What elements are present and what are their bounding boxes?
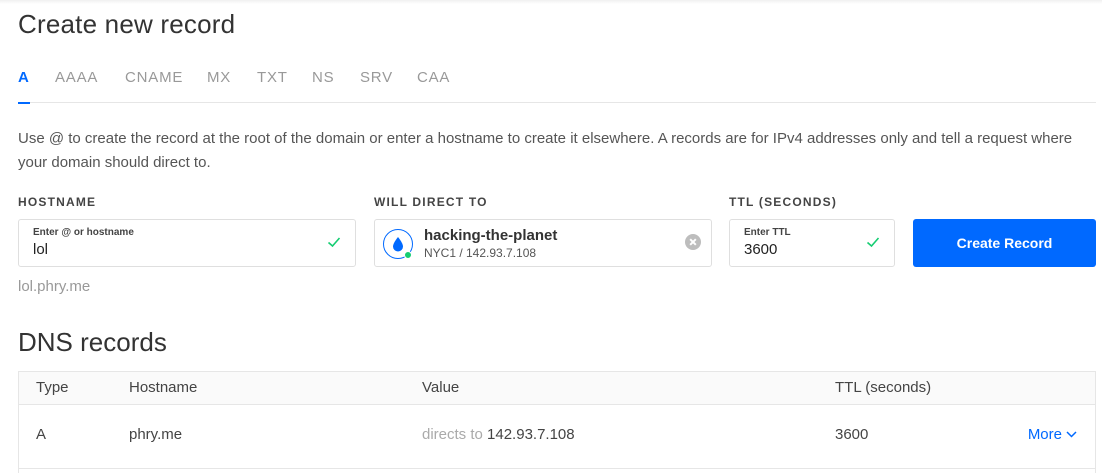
more-actions-button[interactable]: More bbox=[1028, 426, 1077, 443]
check-icon bbox=[327, 237, 341, 248]
tab-srv[interactable]: SRV bbox=[360, 66, 393, 103]
record-value-prefix: directs to bbox=[422, 426, 483, 443]
ttl-input-value[interactable]: 3600 bbox=[744, 241, 777, 258]
hostname-input-value[interactable]: lol bbox=[33, 241, 48, 258]
hostname-preview: lol.phry.me bbox=[18, 278, 91, 295]
record-hostname: phry.me bbox=[129, 426, 183, 443]
column-header-value[interactable]: Value bbox=[422, 379, 459, 396]
clear-selection-icon[interactable] bbox=[685, 234, 701, 250]
help-text: Use @ to create the record at the root o… bbox=[18, 130, 1073, 171]
record-type: A bbox=[36, 426, 47, 443]
tab-aaaa[interactable]: AAAA bbox=[55, 66, 98, 103]
hostname-input-label: Enter @ or hostname bbox=[33, 227, 134, 238]
table-row: A phry.me directs to 142.93.7.108 3600 M… bbox=[19, 405, 1095, 469]
check-icon bbox=[866, 237, 880, 248]
ttl-input[interactable]: Enter TTL 3600 bbox=[729, 219, 895, 267]
tab-a[interactable]: A bbox=[18, 66, 30, 104]
chevron-down-icon bbox=[1066, 431, 1077, 438]
top-divider bbox=[0, 0, 1102, 4]
dns-records-title: DNS records bbox=[18, 327, 167, 357]
hostname-input[interactable]: Enter @ or hostname lol bbox=[18, 219, 356, 267]
record-value: directs to 142.93.7.108 bbox=[422, 426, 575, 443]
dns-records-table: Type Hostname Value TTL (seconds) A phry… bbox=[18, 371, 1096, 473]
record-value-ip: 142.93.7.108 bbox=[487, 426, 575, 443]
create-record-button[interactable]: Create Record bbox=[913, 219, 1096, 267]
hostname-label: HOSTNAME bbox=[18, 195, 97, 209]
droplet-name: hacking-the-planet bbox=[424, 227, 558, 244]
direct-to-select[interactable]: hacking-the-planet NYC1 / 142.93.7.108 bbox=[374, 219, 712, 267]
tab-txt[interactable]: TXT bbox=[257, 66, 288, 103]
record-type-tabs: A AAAA CNAME MX TXT NS SRV CAA bbox=[18, 66, 1096, 104]
column-header-ttl[interactable]: TTL (seconds) bbox=[835, 379, 931, 396]
tab-cname[interactable]: CNAME bbox=[125, 66, 183, 103]
tab-ns[interactable]: NS bbox=[312, 66, 334, 103]
tab-caa[interactable]: CAA bbox=[417, 66, 450, 103]
record-ttl: 3600 bbox=[835, 426, 869, 443]
more-label: More bbox=[1027, 426, 1062, 443]
column-header-type[interactable]: Type bbox=[36, 379, 69, 396]
ttl-input-label: Enter TTL bbox=[744, 227, 791, 238]
table-header: Type Hostname Value TTL (seconds) bbox=[19, 372, 1095, 405]
droplet-region-ip: NYC1 / 142.93.7.108 bbox=[424, 246, 537, 260]
direct-to-label: WILL DIRECT TO bbox=[374, 195, 488, 209]
column-header-hostname[interactable]: Hostname bbox=[129, 379, 197, 396]
page-title: Create new record bbox=[18, 9, 236, 39]
ttl-label: TTL (SECONDS) bbox=[729, 195, 838, 209]
tab-mx[interactable]: MX bbox=[207, 66, 231, 103]
status-online-icon bbox=[404, 251, 412, 259]
